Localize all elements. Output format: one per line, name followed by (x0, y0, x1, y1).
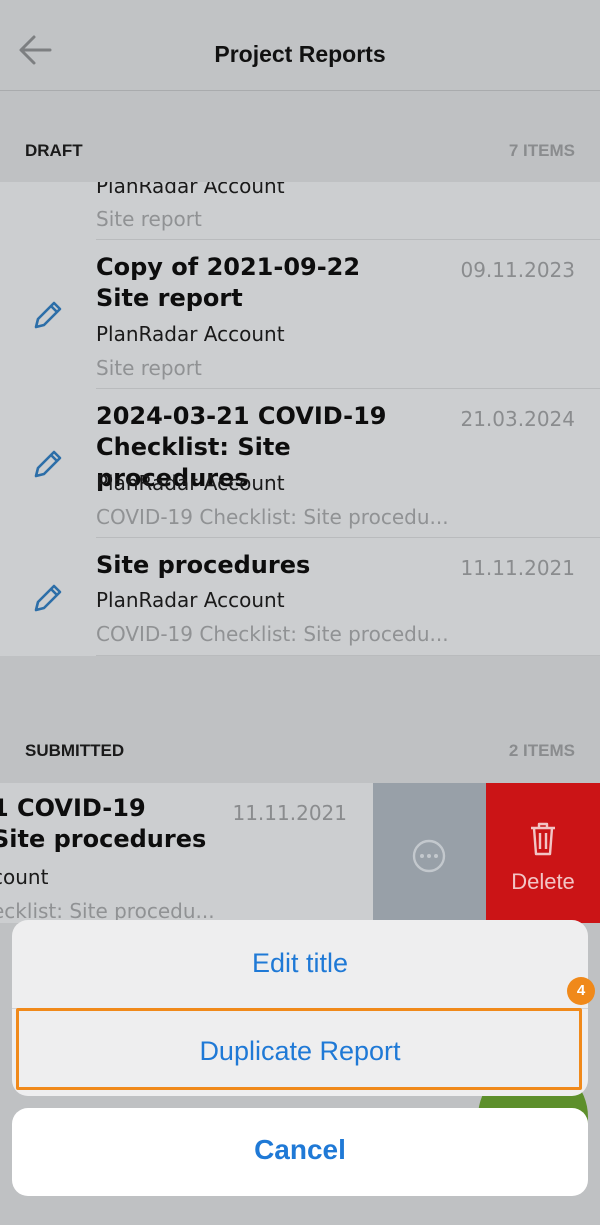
delete-button[interactable]: Delete (486, 783, 600, 923)
draft-section-title: DRAFT (25, 141, 83, 160)
report-date: 21.03.2024 (460, 407, 575, 431)
report-type: Site report (96, 356, 202, 380)
report-title-line: Site procedures (0, 825, 207, 853)
cancel-label: Cancel (254, 1134, 346, 1165)
edit-title-option[interactable]: Edit title (12, 948, 588, 979)
draft-list: PlanRadar Account Site report Copy of 20… (0, 182, 600, 656)
submitted-section-title: SUBMITTED (25, 741, 125, 760)
report-title: Site procedures (96, 551, 311, 579)
draft-section-header: DRAFT 7 ITEMS (0, 131, 600, 171)
report-account: PlanRadar Account (96, 471, 285, 495)
more-actions-button[interactable] (373, 783, 486, 923)
pencil-icon[interactable] (30, 446, 66, 482)
submitted-section-header: SUBMITTED 2 ITEMS (0, 731, 600, 771)
submitted-item-count: 2 ITEMS (508, 741, 575, 760)
row-divider (96, 655, 600, 656)
report-account: PlanRadar Account (96, 322, 285, 346)
report-title-line: Copy of 2021-09-22 (96, 253, 361, 281)
report-date: 09.11.2023 (460, 258, 575, 282)
list-item[interactable]: Site procedures 11.11.2021 PlanRadar Acc… (0, 538, 600, 656)
ellipsis-circle-icon (412, 839, 446, 873)
swiped-row-content: 1 COVID-19 Site procedures 11.11.2021 co… (0, 783, 373, 923)
submitted-list-item[interactable]: 1 COVID-19 Site procedures 11.11.2021 co… (0, 783, 600, 923)
list-item[interactable]: 2024-03-21 COVID-19 Checklist: Site proc… (0, 389, 600, 538)
report-date: 11.11.2021 (460, 556, 575, 580)
app-header: Project Reports (0, 0, 600, 91)
report-account: count (0, 865, 49, 889)
report-type: COVID-19 Checklist: Site procedu... (96, 622, 449, 646)
pencil-icon[interactable] (30, 580, 66, 616)
page-title: Project Reports (214, 41, 386, 67)
cancel-button[interactable]: Cancel (12, 1108, 588, 1196)
draft-item-count: 7 ITEMS (508, 141, 575, 160)
delete-label: Delete (511, 869, 575, 894)
list-item[interactable]: Copy of 2021-09-22 Site report 09.11.202… (0, 240, 600, 389)
report-date: 11.11.2021 (232, 801, 347, 825)
report-title: Copy of 2021-09-22 Site report (96, 252, 446, 314)
report-account: PlanRadar Account (96, 182, 285, 198)
report-title-line: Site report (96, 284, 243, 312)
pencil-icon[interactable] (30, 297, 66, 333)
report-type: COVID-19 Checklist: Site procedu... (96, 505, 449, 529)
report-title-line: 2024-03-21 COVID-19 (96, 402, 387, 430)
step-badge: 4 (567, 977, 595, 1005)
report-account: PlanRadar Account (96, 588, 285, 612)
trash-icon (531, 822, 555, 856)
report-type: Site report (96, 207, 202, 231)
list-item[interactable]: PlanRadar Account Site report (0, 182, 600, 240)
tutorial-highlight (16, 1008, 582, 1090)
